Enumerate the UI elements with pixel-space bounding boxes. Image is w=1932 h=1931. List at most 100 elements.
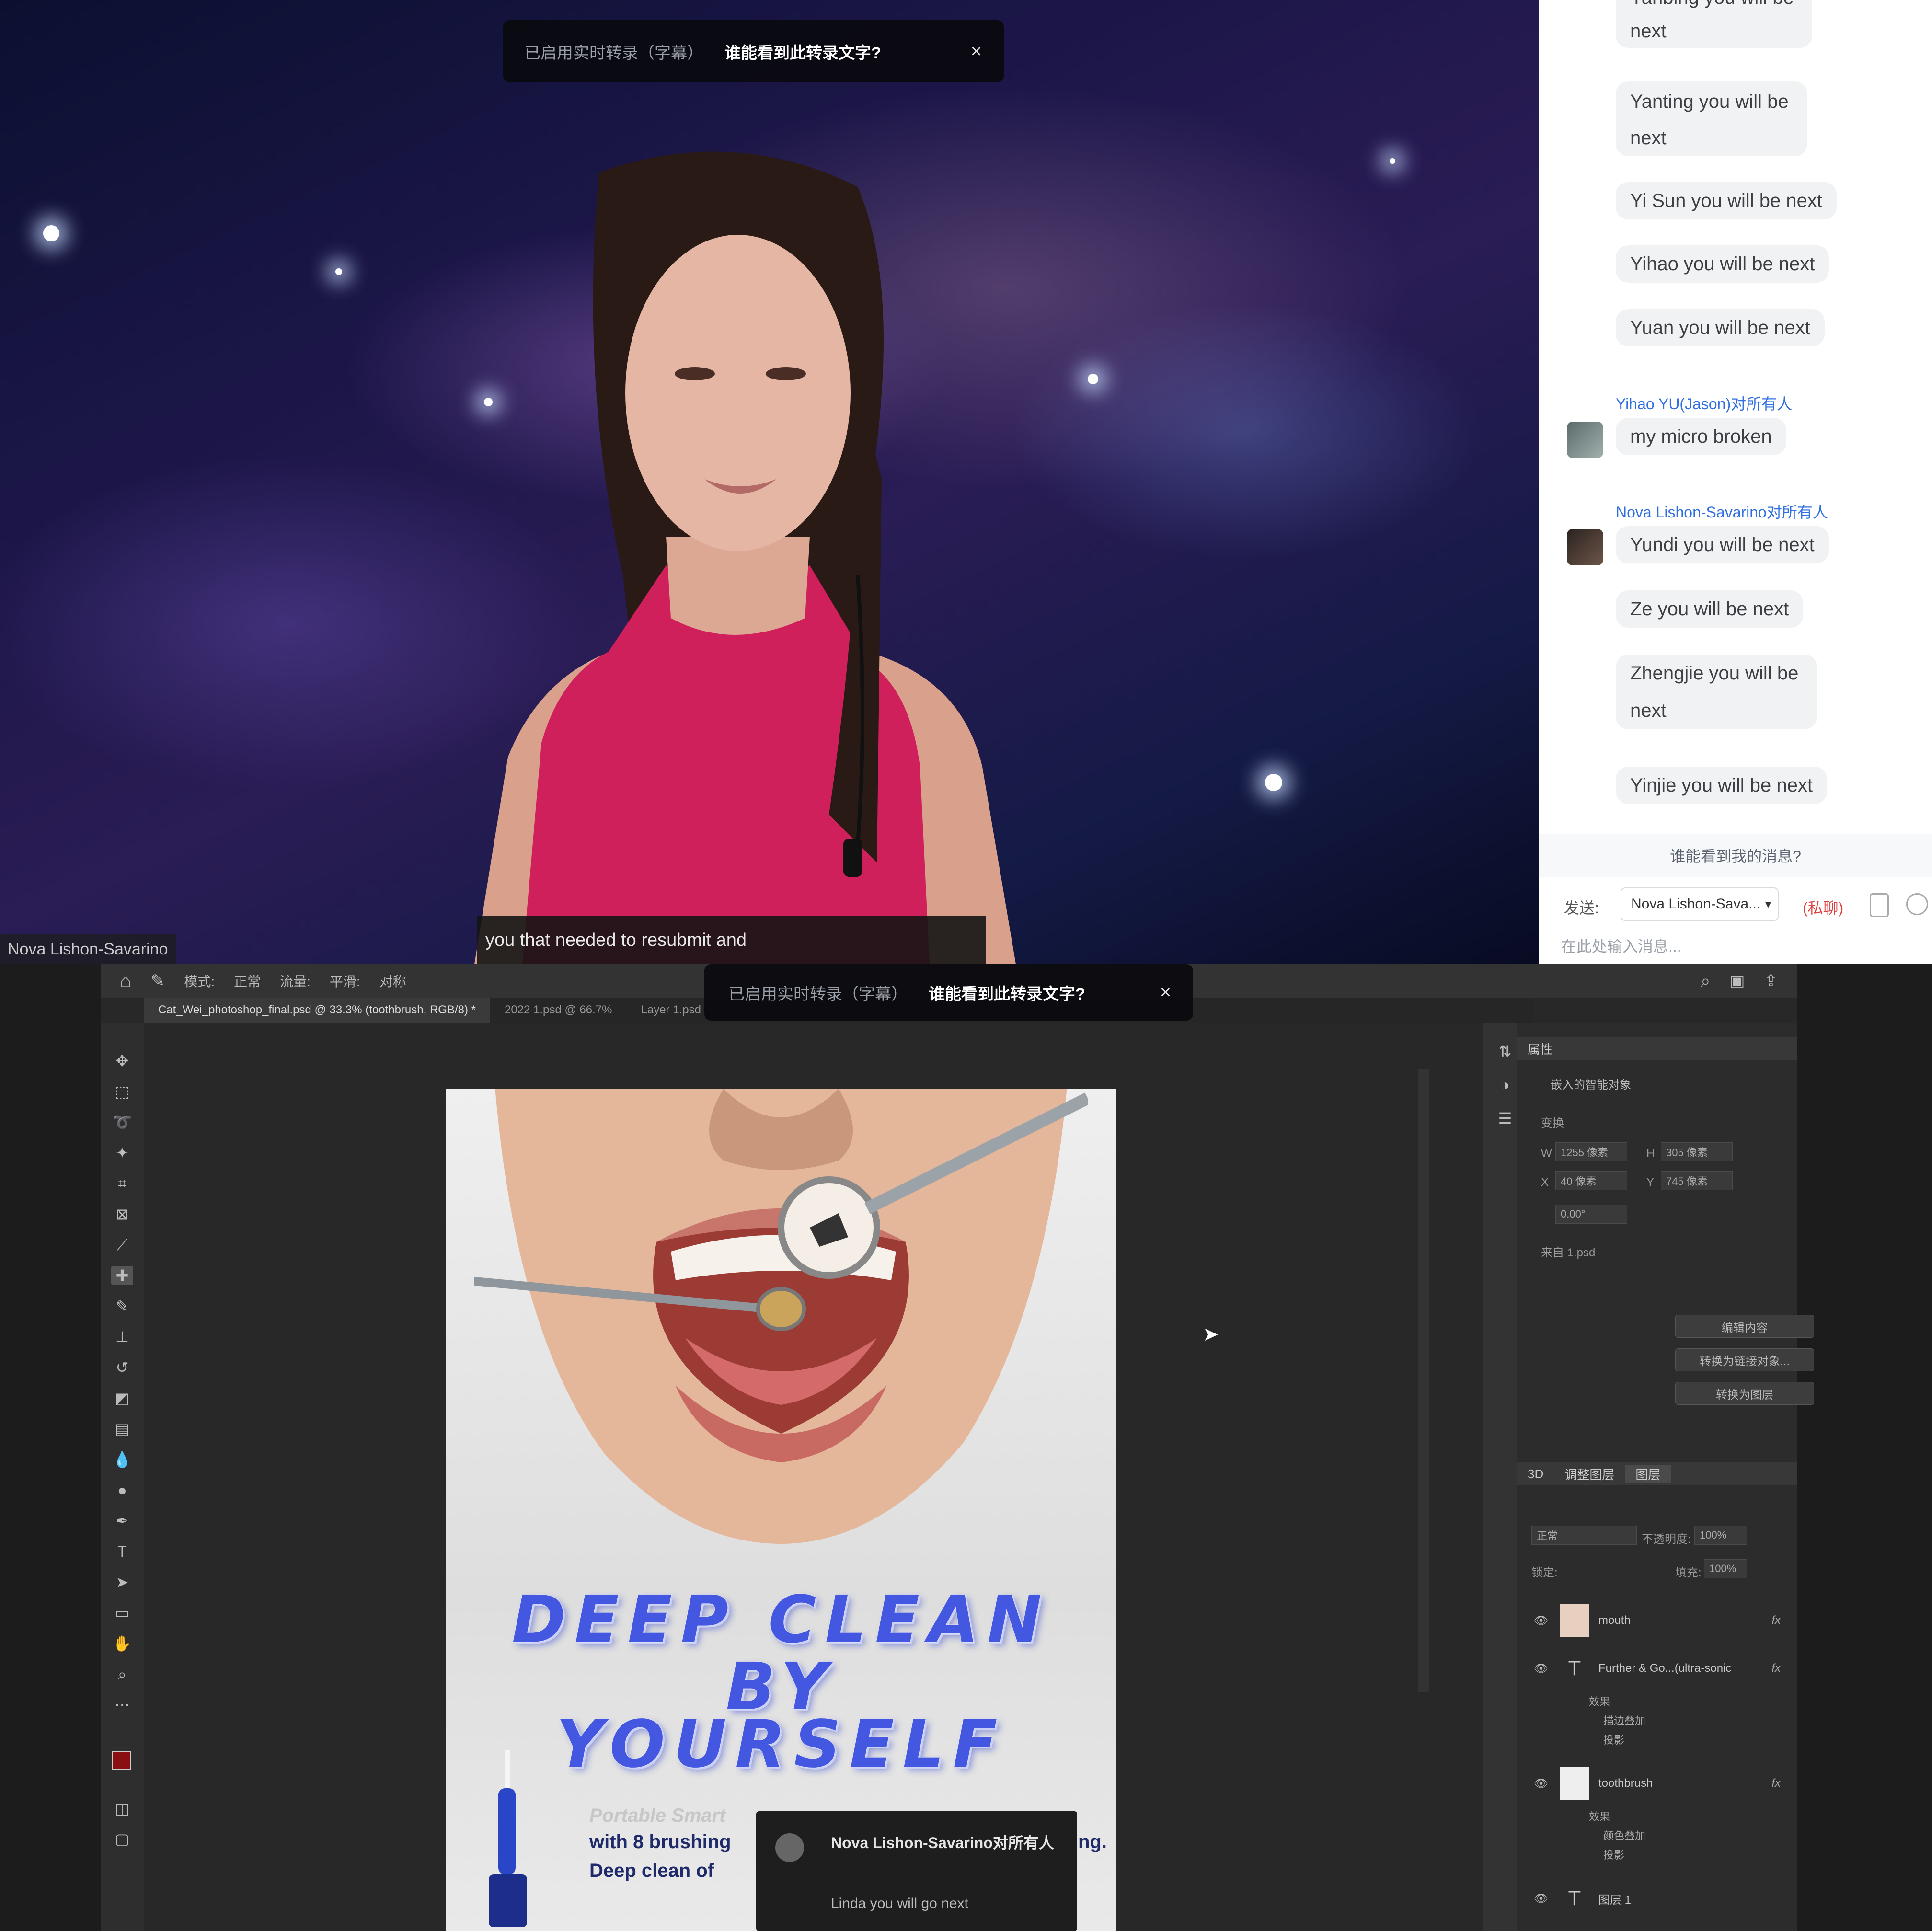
adjustments-panel-icon[interactable]: ◑ [1494,1075,1516,1094]
layer-effect[interactable]: 效果 [1589,1693,1610,1709]
sender-avatar [775,1833,804,1862]
eyedropper-tool-icon[interactable]: ⟋ [111,1235,133,1254]
home-icon[interactable]: ⌂ [120,970,131,992]
history-panel-icon[interactable]: ⇅ [1494,1042,1516,1061]
healing-tool-icon[interactable]: ✚ [111,1266,133,1285]
tab-layers[interactable]: 图层 [1625,1465,1671,1483]
layer-row[interactable]: 👁 T Further & Go...(ultra-sonic fx [1531,1645,1790,1691]
close-icon[interactable]: × [971,41,982,62]
pen-tool-icon[interactable]: ✒ [111,1511,133,1530]
poster-canvas[interactable]: DEEP CLEAN BY YOURSELF Portable Smart wi… [446,1089,1116,1931]
rectangle-tool-icon[interactable]: ▭ [111,1603,133,1622]
x-field[interactable]: 40 像素 [1555,1171,1627,1190]
option-smooth[interactable]: 平滑: [330,971,360,990]
notification-sender: Nova Lishon-Savarino对所有人 [831,1834,1054,1851]
foreground-color-swatch[interactable] [112,1751,131,1770]
share-icon[interactable]: ⇪ [1764,971,1778,990]
chat-message: my micro broken [1616,418,1786,455]
y-field[interactable]: 745 像素 [1661,1171,1733,1190]
eye-icon[interactable]: 👁 [1531,1892,1551,1906]
type-tool-icon[interactable]: T [111,1542,133,1561]
emoji-icon[interactable] [1906,893,1928,915]
chat-message: Yinjie you will be next [1616,767,1827,804]
width-field[interactable]: 1255 像素 [1555,1142,1627,1161]
right-panels: ⇅ ◑ ☰ 属性 嵌入的智能对象 变换 W 1255 像素 H 305 像素 X… [1484,1023,1814,1931]
tab-document[interactable]: 2022 1.psd @ 66.7% [490,998,627,1023]
hand-tool-icon[interactable]: ✋ [111,1634,133,1653]
quick-mask-icon[interactable]: ◫ [111,1799,133,1818]
tab-3d[interactable]: 3D [1517,1467,1554,1482]
file-icon[interactable] [1870,893,1889,917]
eye-icon[interactable]: 👁 [1531,1662,1551,1676]
live-transcript-banner[interactable]: 已启用实时转录（字幕） 谁能看到此转录文字? × [704,964,1193,1021]
width-label: W [1541,1147,1552,1160]
path-select-tool-icon[interactable]: ➤ [111,1573,133,1592]
search-icon[interactable]: ⌕ [1701,971,1710,991]
chat-panel: Yanbing you will be next Yanting you wil… [1539,0,1932,964]
layer-name: mouth [1598,1614,1631,1627]
move-tool-icon[interactable]: ✥ [111,1051,133,1070]
option-flow[interactable]: 流量: [280,971,310,990]
tab-document[interactable]: Cat_Wei_photoshop_final.psd @ 33.3% (too… [144,998,490,1023]
tools-panel: ✥ ⬚ ➰ ✦ ⌗ ⊠ ⟋ ✚ ✎ ⊥ ↺ ◩ ▤ 💧 ● ✒ T ➤ ▭ ✋ … [101,1023,144,1931]
layer-name: 图层 1 [1598,1893,1632,1907]
more-tools-icon[interactable]: ⋯ [111,1695,133,1714]
chat-notification-popup[interactable]: Nova Lishon-Savarino对所有人 Linda you will … [756,1811,1077,1931]
tab-properties[interactable]: 属性 [1517,1040,1563,1057]
frame-tool-icon[interactable]: ⊠ [111,1205,133,1224]
panel-dock-strip: ⇅ ◑ ☰ [1484,1023,1517,1931]
layer-effect[interactable]: 描边叠加 [1603,1713,1645,1728]
brush-icon[interactable]: ✎ [150,971,165,991]
history-brush-tool-icon[interactable]: ↺ [111,1358,133,1377]
opacity-label: 不透明度: [1642,1533,1691,1546]
layer-row[interactable]: 👁 T 图层 1 [1531,1875,1790,1921]
fx-icon: fx [1771,1777,1781,1790]
zoom-tool-icon[interactable]: ⌕ [111,1665,133,1684]
edit-contents-button[interactable]: 编辑内容 [1675,1315,1814,1338]
canvas-scrollbar[interactable] [1418,1069,1429,1692]
option-symmetry[interactable]: 对称 [380,971,406,990]
message-visibility-tip[interactable]: 谁能看到我的消息? [1539,834,1932,877]
chat-input[interactable]: 在此处输入消息... [1561,934,1681,956]
layer-effect[interactable]: 颜色叠加 [1603,1828,1645,1843]
convert-to-layers-button[interactable]: 转换为图层 [1675,1382,1814,1405]
opacity-field[interactable]: 100% [1694,1526,1747,1545]
star [335,268,342,275]
layer-effect[interactable]: 效果 [1589,1808,1610,1824]
tab-document[interactable]: Layer 1.psd [627,998,715,1023]
eye-icon[interactable]: 👁 [1531,1777,1551,1791]
who-can-see-transcript-link[interactable]: 谁能看到此转录文字? [929,981,1085,1004]
height-field[interactable]: 305 像素 [1661,1142,1733,1161]
blend-mode-dropdown[interactable]: 正常 [1531,1526,1637,1545]
eraser-tool-icon[interactable]: ◩ [111,1389,133,1408]
libraries-panel-icon[interactable]: ☰ [1494,1109,1516,1128]
tab-adjustments[interactable]: 调整图层 [1554,1465,1625,1483]
angle-field[interactable]: 0.00° [1555,1205,1627,1224]
layer-row[interactable]: 👁 toothbrush fx [1531,1760,1790,1806]
recipient-dropdown[interactable]: Nova Lishon-Sava... ▾ [1621,887,1779,921]
screen-mode-icon[interactable]: ▢ [111,1829,133,1849]
height-label: H [1646,1147,1655,1160]
crop-tool-icon[interactable]: ⌗ [111,1174,133,1193]
marquee-tool-icon[interactable]: ⬚ [111,1082,133,1101]
close-icon[interactable]: × [1160,982,1171,1003]
convert-to-linked-button[interactable]: 转换为链接对象... [1675,1348,1814,1371]
magic-wand-tool-icon[interactable]: ✦ [111,1143,133,1162]
option-mode-value[interactable]: 正常 [234,971,261,990]
lasso-tool-icon[interactable]: ➰ [111,1113,133,1132]
speaker-video: 已启用实时转录（字幕） 谁能看到此转录文字? × you that needed… [0,0,1539,964]
toothbrush-image [489,1750,527,1927]
fill-field[interactable]: 100% [1704,1559,1747,1578]
blur-tool-icon[interactable]: 💧 [111,1450,133,1469]
dodge-tool-icon[interactable]: ● [111,1481,133,1500]
workspace-icon[interactable]: ▣ [1729,971,1745,990]
layer-effect[interactable]: 投影 [1603,1847,1624,1862]
live-transcript-banner[interactable]: 已启用实时转录（字幕） 谁能看到此转录文字? × [503,20,1004,82]
who-can-see-transcript-link[interactable]: 谁能看到此转录文字? [724,40,881,63]
eye-icon[interactable]: 👁 [1531,1614,1551,1628]
layer-effect[interactable]: 投影 [1603,1732,1624,1747]
brush-tool-icon[interactable]: ✎ [111,1297,133,1316]
gradient-tool-icon[interactable]: ▤ [111,1419,133,1438]
layer-row[interactable]: 👁 mouth fx [1531,1598,1790,1644]
stamp-tool-icon[interactable]: ⊥ [111,1327,133,1346]
